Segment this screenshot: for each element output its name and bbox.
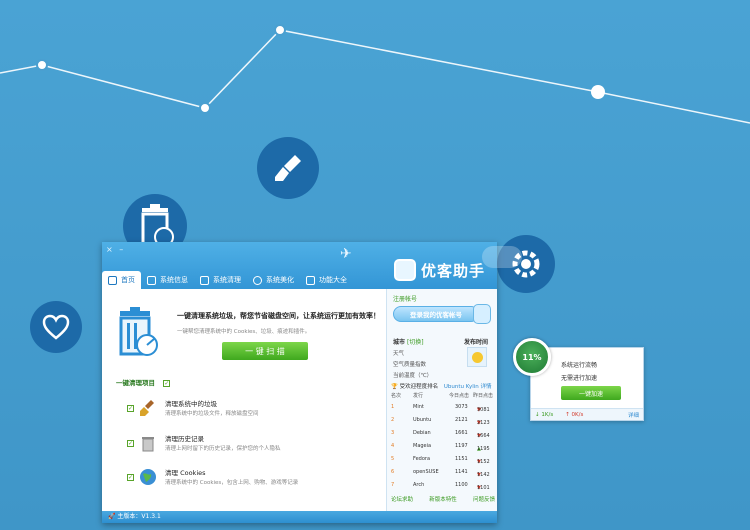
today-count: 2121: [455, 417, 468, 423]
rank-number: 4: [391, 443, 395, 449]
rank-row: 6 openSUSE 1141 ▼ 1142: [391, 469, 490, 478]
sun-icon: [472, 352, 483, 363]
upload-speed: ↑ 0K/s: [565, 411, 584, 418]
rank-detail-link[interactable]: Ubuntu Kylin 详情: [444, 384, 492, 390]
rank-number: 2: [391, 417, 395, 423]
heart-icon: [253, 275, 262, 285]
rank-row: 4 Mageia 1197 ▲ 1195: [391, 443, 490, 452]
publish-time-label: 发布时间: [464, 339, 489, 346]
section-title: 一键清理项目 ✓: [116, 379, 171, 387]
new-features-link[interactable]: 新版本特性: [429, 495, 457, 503]
feedback-link[interactable]: 问题反馈: [473, 495, 495, 503]
home-panel: 一键清理系统垃圾，帮您节省磁盘空间，让系统运行更加有效率！ 一键帮您清理系统中的…: [102, 289, 386, 511]
tab-bar: 首页 系统信息 系统清理 系统美化 功能大全: [102, 271, 353, 289]
rank-number: 5: [391, 456, 395, 462]
robot-icon: [473, 304, 491, 324]
tab-features[interactable]: 功能大全: [300, 271, 353, 289]
login-button[interactable]: 登录我的优客帐号: [393, 306, 479, 322]
distro-name: Fedora: [413, 456, 431, 462]
weather-icon: [467, 347, 487, 367]
window-controls: × –: [106, 245, 123, 254]
distro-name: Mageia: [413, 443, 432, 449]
register-link[interactable]: 注册帐号: [393, 294, 417, 303]
rocket-icon: 🚀: [108, 513, 116, 520]
monitor-icon: [108, 275, 117, 285]
today-count: 1100: [455, 482, 468, 488]
trophy-icon: 🏆: [391, 384, 398, 390]
line-point: [591, 85, 605, 99]
close-button[interactable]: ×: [106, 245, 113, 254]
trash-icon: [119, 307, 158, 356]
popup-status: 系统运行流畅: [561, 362, 598, 369]
globe-icon: [140, 469, 156, 485]
line-point: [274, 24, 286, 36]
rank-number: 6: [391, 469, 395, 475]
rank-row: 2 Ubuntu 2121 ▼ 2123: [391, 417, 490, 426]
forum-link[interactable]: 论坛求助: [391, 495, 413, 503]
rank-number: 1: [391, 404, 395, 410]
details-link[interactable]: 详细: [628, 411, 639, 419]
item-checkbox[interactable]: ✓: [127, 440, 134, 447]
usage-percent-badge: 11%: [513, 338, 551, 376]
sidebar: 注册帐号 登录我的优客帐号 城市 [切换] 天气 空气质量指数 当前温度（℃） …: [386, 289, 497, 511]
distro-name: Ubuntu: [413, 417, 432, 423]
grid-icon: [147, 275, 156, 285]
tab-system-info[interactable]: 系统信息: [141, 271, 194, 289]
broom-icon: [140, 400, 154, 416]
popup-hint: 无需进行加速: [561, 375, 598, 382]
distro-name: openSUSE: [413, 469, 439, 475]
paper-plane-icon: ✈: [340, 246, 352, 262]
tab-system-beautify[interactable]: 系统美化: [247, 271, 300, 289]
clean-icon: [200, 275, 209, 285]
today-count: 1661: [455, 430, 468, 436]
subline: 一键帮您清理系统中的 Cookies、垃圾、痕迹和插件。: [177, 329, 311, 335]
heart-icon: [30, 301, 82, 353]
minimize-button[interactable]: –: [119, 245, 123, 254]
rank-header: 🏆 受欢迎程度排名 Ubuntu Kylin 详情: [391, 384, 492, 390]
rank-row: 3 Debian 1661 ▼ 1664: [391, 430, 490, 439]
today-count: 1197: [455, 443, 468, 449]
rank-row: 7 Arch 1100 ▼ 1101: [391, 482, 490, 491]
today-count: 1151: [455, 456, 468, 462]
line-point: [36, 59, 48, 71]
section-checkbox[interactable]: ✓: [163, 380, 171, 387]
brand-logo-icon: [394, 259, 416, 281]
item-checkbox[interactable]: ✓: [127, 474, 134, 481]
clean-item-history: ✓ 清理历史记录 清理上网时留下的历史记录，保护您的个人隐私: [127, 435, 281, 452]
brand-title: 优客助手: [421, 261, 486, 280]
speed-up-button[interactable]: 一键加速: [561, 386, 621, 400]
rank-row: 1 Mint 3073 ▼ 3081: [391, 404, 490, 413]
city-switch-link[interactable]: [切换]: [407, 339, 424, 346]
network-speed-bar: ↓ 1K/s ↑ 0K/s 详细: [531, 408, 643, 420]
brand: 优客助手: [394, 255, 494, 285]
headline: 一键清理系统垃圾，帮您节省磁盘空间，让系统运行更加有效率！: [177, 312, 380, 320]
download-speed: ↓ 1K/s: [535, 411, 554, 418]
speed-popup: 11% 系统运行流畅 无需进行加速 一键加速 ↓ 1K/s ↑ 0K/s 详细: [513, 338, 644, 421]
today-count: 1141: [455, 469, 468, 475]
rank-number: 3: [391, 430, 395, 436]
line-point: [199, 102, 211, 114]
rank-row: 5 Fedora 1151 ▼ 1152: [391, 456, 490, 465]
tab-home[interactable]: 首页: [102, 271, 141, 289]
brush-icon: [257, 137, 319, 199]
sidebar-links: 论坛求助 新版本特性 问题反馈: [391, 495, 495, 503]
clean-item-junk: ✓ 清理系统中的垃圾 清理系统中的垃圾文件，释放磁盘空间: [127, 400, 259, 417]
item-checkbox[interactable]: ✓: [127, 405, 134, 412]
status-bar: 🚀 主版本：V1.3.1: [102, 511, 497, 523]
rank-number: 7: [391, 482, 395, 488]
today-count: 3073: [455, 404, 468, 410]
command-icon: [306, 275, 315, 285]
weather-panel: 城市 [切换] 天气 空气质量指数 当前温度（℃）: [393, 339, 433, 379]
window-body: 一键清理系统垃圾，帮您节省磁盘空间，让系统运行更加有效率！ 一键帮您清理系统中的…: [102, 289, 497, 511]
distro-name: Arch: [413, 482, 425, 488]
clean-item-cookies: ✓ 清理 Cookies 清理系统中的 Cookies，包含上网、购物、游戏等记…: [127, 469, 299, 486]
distro-name: Debian: [413, 430, 431, 436]
trash-can-icon: [142, 437, 154, 452]
tab-system-clean[interactable]: 系统清理: [194, 271, 247, 289]
distro-name: Mint: [413, 404, 424, 410]
main-window: × – ✈ 优客助手 首页 系统信息 系统清理 系统美化 功能大全 一键清理系统…: [102, 242, 522, 523]
scan-button[interactable]: 一 键 扫 描: [222, 342, 308, 360]
